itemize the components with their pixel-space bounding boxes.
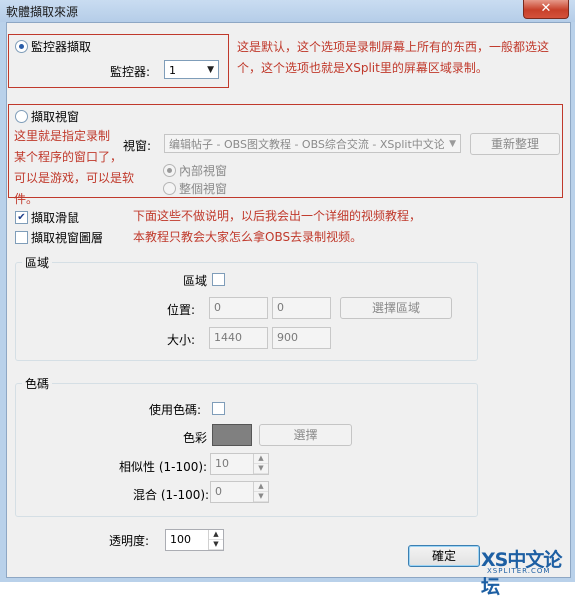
watermark-url: XSPLITER.COM xyxy=(487,567,551,575)
similarity-value: 10 xyxy=(215,457,229,470)
monitor-note-line: 个，这个选项也就是XSplit里的屏幕区域录制。 xyxy=(237,61,488,75)
use-colorkey-label: 使用色碼: xyxy=(149,403,202,417)
window-select-value: 编辑帖子 - OBS图文教程 - OBS综合交流 - XSplit中文论 xyxy=(169,138,444,151)
size-label: 大小: xyxy=(167,333,196,347)
monitor-select-value: 1 xyxy=(169,64,176,77)
dialog-body: 監控器擷取 監控器: 1 ▼ 这是默认，这个选项是录制屏幕上所有的东西，一般都选… xyxy=(6,22,571,598)
colorkey-group-title: 色碼 xyxy=(22,375,53,392)
color-label: 色彩 xyxy=(183,431,208,445)
options-note-line: 本教程只教会大家怎么拿OBS去录制视频。 xyxy=(133,230,363,244)
spin-up-icon[interactable]: ▲ xyxy=(254,454,268,464)
options-note-line: 下面这些不做说明，以后我会出一个详细的视频教程， xyxy=(133,209,422,223)
monitor-label: 監控器: xyxy=(110,65,151,79)
region-checkbox[interactable] xyxy=(212,273,225,286)
select-region-button[interactable]: 選擇區域 xyxy=(340,297,452,319)
capture-layered-label: 擷取視窗圖層 xyxy=(31,231,104,245)
options-note: 下面这些不做说明，以后我会出一个详细的视频教程， 本教程只教会大家怎么拿OBS去… xyxy=(133,206,473,248)
width-field[interactable]: 1440 xyxy=(209,327,268,349)
position-label: 位置: xyxy=(167,303,196,317)
chevron-down-icon: ▼ xyxy=(449,139,456,149)
opacity-value: 100 xyxy=(170,533,191,546)
window-capture-label: 擷取視窗 xyxy=(31,110,80,124)
close-button[interactable]: ✕ xyxy=(523,0,569,19)
refresh-button[interactable]: 重新整理 xyxy=(470,133,560,155)
region-checkbox-label: 區域 xyxy=(183,274,208,288)
dialog-window: 軟體擷取來源 ✕ 監控器擷取 監控器: 1 ▼ 这是默认，这个选项是录制屏幕上所… xyxy=(0,0,575,598)
monitor-capture-label: 監控器擷取 xyxy=(31,40,92,54)
capture-mouse-checkbox[interactable]: ✔ xyxy=(15,211,28,224)
window-label: 視窗: xyxy=(123,139,152,153)
spin-up-icon[interactable]: ▲ xyxy=(209,530,223,540)
chevron-down-icon: ▼ xyxy=(207,65,214,75)
region-group-title: 區域 xyxy=(22,254,53,271)
similarity-spinbox[interactable]: 10 ▲ ▼ xyxy=(210,453,269,475)
inner-window-label: 內部視窗 xyxy=(179,164,228,178)
similarity-label: 相似性 (1-100): xyxy=(119,460,208,474)
use-colorkey-checkbox[interactable] xyxy=(212,402,225,415)
whole-window-label: 整個視窗 xyxy=(179,182,228,196)
spin-up-icon[interactable]: ▲ xyxy=(254,482,268,492)
title-bar[interactable]: 軟體擷取來源 ✕ xyxy=(0,0,575,22)
blend-value: 0 xyxy=(215,485,222,498)
monitor-capture-radio[interactable] xyxy=(15,40,28,53)
blend-label: 混合 (1-100): xyxy=(133,488,210,502)
select-color-button[interactable]: 選擇 xyxy=(259,424,352,446)
spin-down-icon[interactable]: ▼ xyxy=(254,492,268,502)
monitor-select[interactable]: 1 ▼ xyxy=(164,60,219,79)
window-note-line: 可以是游戏，可以是软件。 xyxy=(14,171,135,206)
inner-window-radio[interactable] xyxy=(163,164,176,177)
window-title: 軟體擷取來源 xyxy=(6,5,79,19)
position-y-field[interactable]: 0 xyxy=(272,297,331,319)
whole-window-radio[interactable] xyxy=(163,182,176,195)
position-x-field[interactable]: 0 xyxy=(209,297,268,319)
color-swatch[interactable] xyxy=(212,424,252,446)
ok-button[interactable]: 確定 xyxy=(408,545,480,567)
opacity-spinbox[interactable]: 100 ▲ ▼ xyxy=(165,529,224,551)
similarity-spinner[interactable]: ▲ ▼ xyxy=(253,454,268,474)
opacity-label: 透明度: xyxy=(109,534,150,548)
blend-spinbox[interactable]: 0 ▲ ▼ xyxy=(210,481,269,503)
window-select[interactable]: 编辑帖子 - OBS图文教程 - OBS综合交流 - XSplit中文论 ▼ xyxy=(164,134,461,153)
spin-down-icon[interactable]: ▼ xyxy=(209,540,223,550)
capture-mouse-label: 擷取滑鼠 xyxy=(31,211,80,225)
monitor-note: 这是默认，这个选项是录制屏幕上所有的东西，一般都选这 个，这个选项也就是XSpl… xyxy=(237,37,567,79)
window-capture-radio[interactable] xyxy=(15,110,28,123)
monitor-note-line: 这是默认，这个选项是录制屏幕上所有的东西，一般都选这 xyxy=(237,40,550,54)
capture-layered-checkbox[interactable] xyxy=(15,231,28,244)
opacity-spinner[interactable]: ▲ ▼ xyxy=(208,530,223,550)
spin-down-icon[interactable]: ▼ xyxy=(254,464,268,474)
height-field[interactable]: 900 xyxy=(272,327,331,349)
blend-spinner[interactable]: ▲ ▼ xyxy=(253,482,268,502)
